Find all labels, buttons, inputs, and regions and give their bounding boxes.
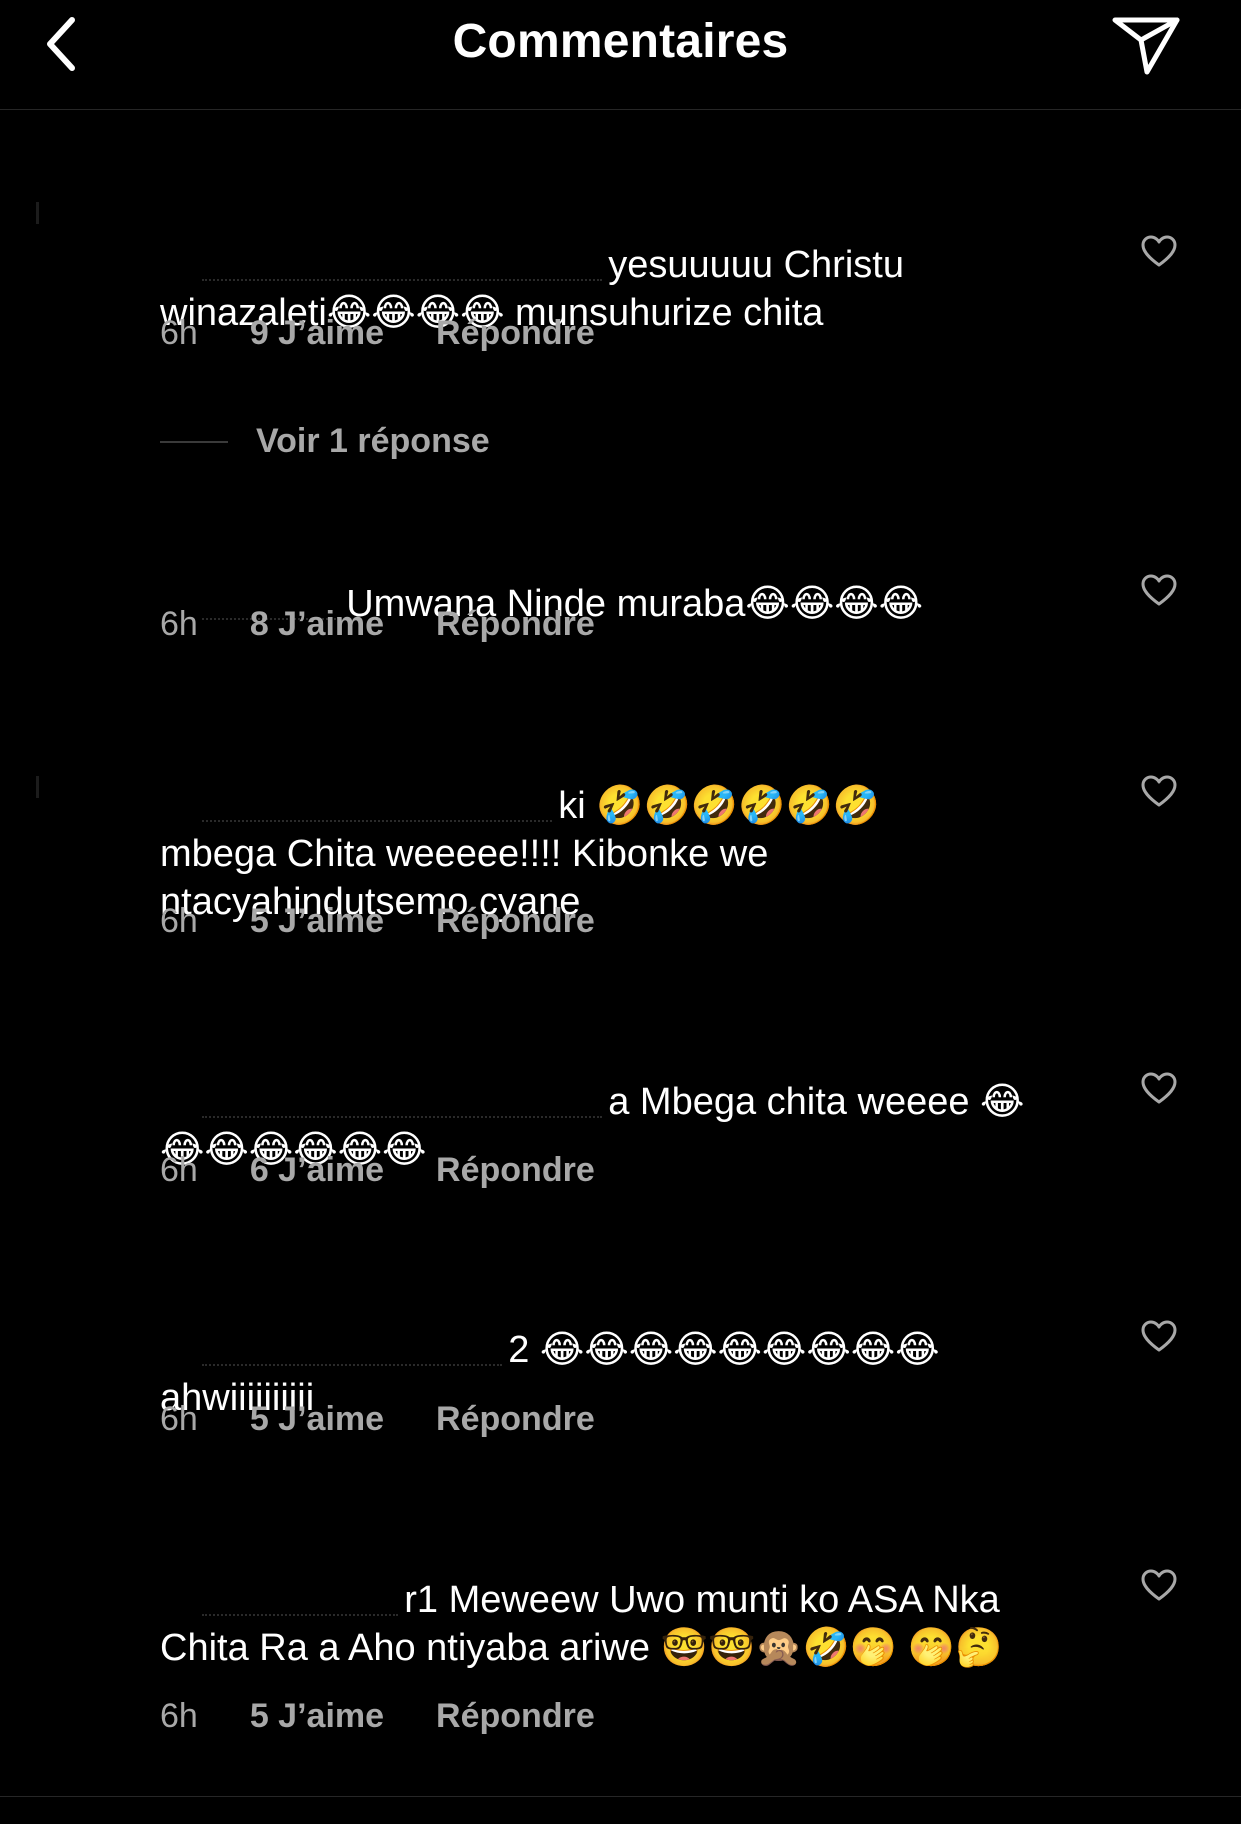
comment-text-line1: ki 🤣🤣🤣🤣🤣🤣 [558,785,881,827]
avatar[interactable] [36,776,39,798]
heart-icon [1141,1569,1177,1601]
comment-meta: 6h 9 J’aime Répondre [160,314,595,353]
comment-time: 6h [160,1400,198,1438]
heart-icon [1141,1072,1177,1104]
username[interactable] [202,1587,399,1616]
like-button[interactable] [1138,1315,1180,1357]
heart-icon [1141,1320,1177,1352]
share-button[interactable] [1106,10,1186,80]
likes-count[interactable]: 8 J’aime [250,605,384,644]
comment-text: yesuuuuu Christu winazaleti😂😂😂😂 munsuhuri… [160,193,1060,385]
comment-text: 2 😂😂😂😂😂😂😂😂😂 ahwiiiiiiiiii [160,1278,1060,1470]
likes-count[interactable]: 5 J’aime [250,1400,384,1439]
comment-time: 6h [160,1697,198,1735]
like-button[interactable] [1138,569,1180,611]
reply-button[interactable]: Répondre [436,902,595,941]
comment-meta: 6h 5 J’aime Répondre [160,902,595,941]
like-button[interactable] [1138,230,1180,272]
heart-icon [1141,574,1177,606]
comment-text: Umwana Ninde muraba😂😂😂😂 [160,532,1060,676]
comment-text-line1: r1 Meweew Uwo munti ko ASA Nka [404,1579,1000,1621]
comment-time: 6h [160,314,198,352]
reply-button[interactable]: Répondre [436,1697,595,1736]
top-bar: Commentaires [0,0,1241,110]
avatar[interactable] [36,202,39,224]
comment-time: 6h [160,605,198,643]
reply-button[interactable]: Répondre [436,605,595,644]
reply-button[interactable]: Répondre [436,1400,595,1439]
username[interactable] [202,1089,603,1118]
likes-count[interactable]: 6 J’aime [250,1151,384,1190]
comment-text-rest: Chita Ra a Aho ntiyaba ariwe 🤓🤓🙊🤣🤭 🤭🤔 [160,1627,1003,1669]
reply-button[interactable]: Répondre [436,314,595,353]
comment-meta: 6h 6 J’aime Répondre [160,1151,595,1190]
paper-plane-icon [1112,17,1180,75]
comment-text-line1: yesuuuuu Christu [608,244,904,286]
comment-meta: 6h 5 J’aime Répondre [160,1400,595,1439]
username[interactable] [202,252,603,281]
like-button[interactable] [1138,770,1180,812]
likes-count[interactable]: 5 J’aime [250,902,384,941]
comment-meta: 6h 5 J’aime Répondre [160,1697,595,1736]
like-button[interactable] [1138,1564,1180,1606]
comment-text-line1: a Mbega chita weeee 😂 [608,1081,1025,1123]
likes-count[interactable]: 9 J’aime [250,314,384,353]
comment-text-line1: 2 😂😂😂😂😂😂😂😂😂 [508,1329,940,1371]
reply-button[interactable]: Répondre [436,1151,595,1190]
username[interactable] [202,1337,503,1366]
divider-line [160,440,228,443]
view-replies-button[interactable]: Voir 1 réponse [160,422,490,461]
like-button[interactable] [1138,1067,1180,1109]
bottom-divider [0,1796,1241,1797]
page-title: Commentaires [452,15,789,68]
comment-text: a Mbega chita weeee 😂 😂😂😂😂😂😂 [160,1030,1060,1222]
comment-time: 6h [160,1151,198,1189]
heart-icon [1141,775,1177,807]
comment-meta: 6h 8 J’aime Répondre [160,605,595,644]
comment-text: r1 Meweew Uwo munti ko ASA Nka Chita Ra a… [160,1528,1060,1720]
likes-count[interactable]: 5 J’aime [250,1697,384,1736]
username[interactable] [202,793,553,822]
heart-icon [1141,235,1177,267]
view-replies-label: Voir 1 réponse [256,422,490,460]
comment-time: 6h [160,902,198,940]
